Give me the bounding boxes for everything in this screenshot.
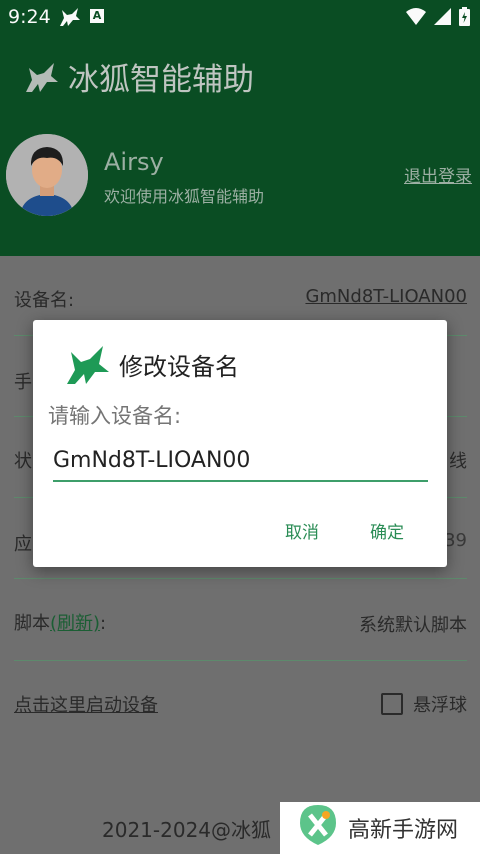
watermark-badge: 高新手游网	[280, 802, 480, 854]
app-value: 39	[444, 530, 467, 551]
a-notification-icon: A	[90, 9, 104, 23]
avatar[interactable]	[6, 134, 88, 216]
app-header: 冰狐智能辅助 Airsy 欢迎使用冰狐智能辅助 退出登录	[0, 34, 480, 256]
copyright-footer: 2021-2024@冰狐	[102, 818, 272, 842]
rename-device-dialog: 修改设备名 请输入设备名: 取消 确定	[33, 320, 447, 567]
cancel-button[interactable]: 取消	[285, 518, 319, 543]
wifi-icon	[406, 8, 426, 29]
status-bar: 9:24 A	[0, 0, 480, 34]
dialog-prompt: 请输入设备名:	[48, 404, 182, 428]
app-label: 应	[14, 534, 32, 555]
confirm-button[interactable]: 确定	[370, 518, 404, 543]
fox-notification-icon	[58, 6, 82, 32]
device-name-value[interactable]: GmNd8T-LIOAN00	[305, 286, 467, 307]
script-label: 脚本	[14, 613, 50, 634]
start-device-link[interactable]: 点击这里启动设备	[14, 691, 158, 717]
script-value: 系统默认脚本	[359, 615, 467, 636]
script-refresh-link[interactable]: (刷新)	[50, 613, 100, 634]
device-name-input[interactable]	[53, 440, 428, 482]
script-row: 脚本(刷新): 系统默认脚本	[14, 579, 467, 661]
app-title: 冰狐智能辅助	[68, 62, 254, 98]
dialog-title: 修改设备名	[119, 352, 239, 381]
signal-icon	[434, 8, 451, 29]
user-welcome-text: 欢迎使用冰狐智能辅助	[104, 187, 265, 206]
script-colon: :	[100, 613, 107, 634]
battery-icon	[459, 7, 470, 30]
phone-label: 手	[14, 372, 32, 393]
status-time: 9:24	[8, 6, 51, 28]
fox-logo-icon	[65, 342, 111, 386]
status-value: 线	[449, 451, 467, 472]
user-name: Airsy	[104, 148, 164, 176]
watermark-logo-icon	[296, 803, 340, 853]
device-name-label: 设备名:	[14, 290, 75, 311]
fox-logo-icon	[24, 60, 60, 94]
logout-link[interactable]: 退出登录	[404, 162, 472, 187]
start-row: 点击这里启动设备 悬浮球	[14, 661, 467, 741]
float-ball-checkbox[interactable]	[381, 693, 403, 715]
watermark-text: 高新手游网	[348, 818, 459, 843]
dialog-title-bar: 修改设备名	[65, 342, 239, 386]
status-label: 状	[14, 451, 32, 472]
float-ball-option[interactable]: 悬浮球	[381, 691, 467, 717]
float-ball-label: 悬浮球	[413, 695, 467, 716]
app-title-bar: 冰狐智能辅助	[24, 54, 254, 99]
